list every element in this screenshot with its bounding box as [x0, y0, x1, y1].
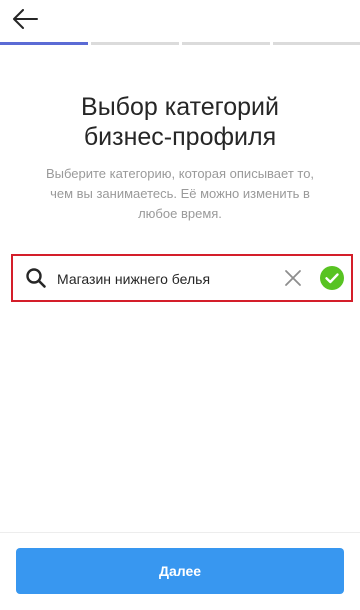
page-description-line-1: Выберите категорию, которая описывает то… [45, 166, 315, 181]
category-search-field[interactable]: Магазин нижнего белья [11, 254, 353, 302]
close-icon[interactable] [283, 268, 303, 288]
back-button[interactable] [8, 4, 42, 34]
progress-step-1 [0, 42, 88, 45]
page-description-line-2: чем вы занимаетесь. Её можно изменить в [50, 186, 310, 201]
category-search-value[interactable]: Магазин нижнего белья [57, 270, 210, 288]
page-description: Выберите категорию, которая описывает то… [22, 164, 338, 224]
next-button-label: Далее [158, 563, 202, 579]
top-bar [0, 0, 360, 42]
progress-step-3 [182, 42, 270, 45]
page-title-line-2: бизнес-профиля [83, 123, 277, 151]
checkmark-circle-icon [320, 266, 344, 290]
search-icon [26, 268, 46, 288]
step-progress-bar [0, 42, 360, 45]
progress-step-4 [273, 42, 360, 45]
next-button[interactable]: Далее [16, 548, 344, 594]
page-title: Выбор категорий бизнес-профиля [0, 92, 360, 152]
page-description-line-3: любое время. [138, 206, 222, 221]
progress-step-2 [91, 42, 179, 45]
arrow-left-icon [13, 9, 38, 29]
page-title-line-1: Выбор категорий [81, 93, 279, 121]
footer-divider [0, 532, 360, 533]
